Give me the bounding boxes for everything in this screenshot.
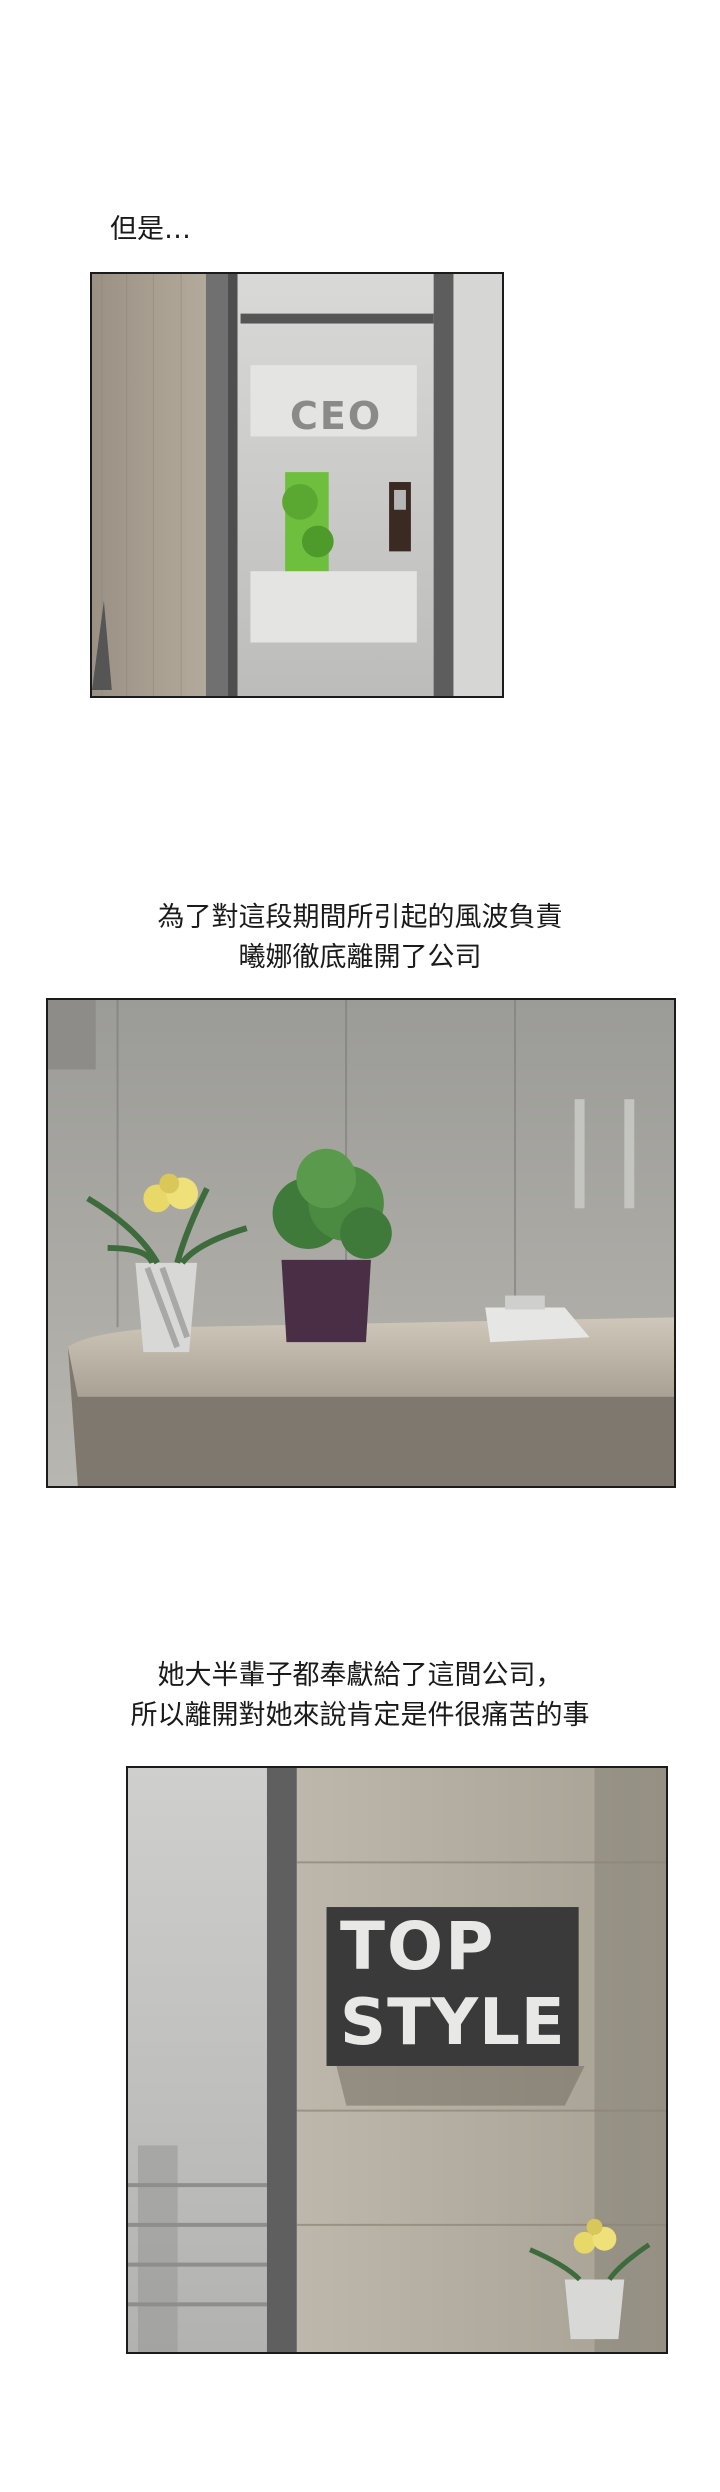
caption-devoted-1: 她大半輩子都奉獻給了這間公司， (157, 1660, 563, 1691)
lobby-illustration (128, 1768, 666, 2352)
ceo-sign: CEO (290, 394, 383, 438)
caption-left-company-2: 曦娜徹底離開了公司 (238, 942, 482, 973)
panel-top-style-lobby: TOP STYLE (126, 1766, 668, 2354)
caption-devoted-2: 所以離開對她來說肯定是件很痛苦的事 (130, 1700, 590, 1731)
caption-but: 但是… (110, 214, 191, 245)
top-style-logo-line2: STYLE (340, 1986, 566, 2060)
top-style-logo-line1: TOP (340, 1908, 496, 1985)
ceo-door-illustration (92, 274, 502, 696)
caption-left-company-1: 為了對這段期間所引起的風波負責 (157, 902, 563, 933)
panel-ceo-door: CEO (90, 272, 504, 698)
desk-illustration (48, 1000, 674, 1486)
panel-reception-desk (46, 998, 676, 1488)
